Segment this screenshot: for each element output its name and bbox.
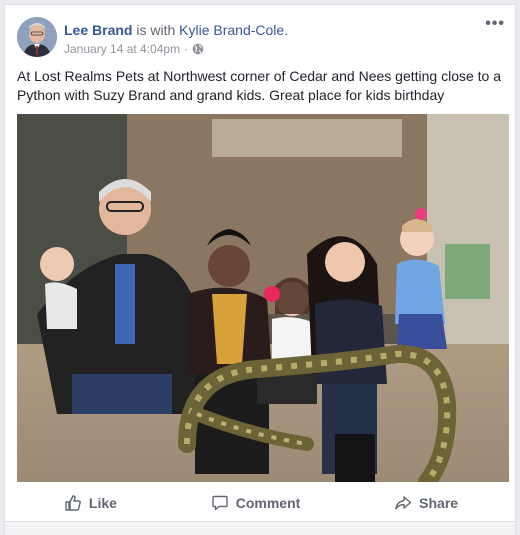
author-name[interactable]: Lee Brand bbox=[64, 22, 132, 38]
comment-icon bbox=[211, 494, 229, 512]
tagged-suffix: . bbox=[284, 22, 289, 38]
post-actions: Like Comment Share bbox=[17, 487, 505, 519]
thumbs-up-icon bbox=[64, 494, 82, 512]
share-label: Share bbox=[419, 495, 459, 511]
comment-label: Comment bbox=[235, 495, 301, 511]
tagged-user[interactable]: Kylie Brand-Cole bbox=[179, 22, 284, 38]
post-photo[interactable] bbox=[17, 114, 509, 482]
post-date[interactable]: January 14 at 4:04pm bbox=[64, 42, 180, 56]
meta-separator: · bbox=[184, 42, 189, 56]
post-text: At Lost Realms Pets at Northwest corner … bbox=[17, 68, 502, 103]
post-card: Lee Brand is with Kylie Brand-Cole. Janu… bbox=[4, 4, 516, 535]
post-header: Lee Brand is with Kylie Brand-Cole. bbox=[64, 22, 288, 38]
share-icon bbox=[394, 494, 412, 512]
share-button[interactable]: Share bbox=[382, 490, 470, 516]
like-button[interactable]: Like bbox=[52, 490, 129, 516]
comment-button[interactable]: Comment bbox=[199, 490, 313, 516]
post-meta: January 14 at 4:04pm · bbox=[64, 42, 204, 56]
globe-icon[interactable] bbox=[192, 43, 204, 55]
avatar[interactable] bbox=[17, 17, 57, 57]
more-options-button[interactable]: ••• bbox=[485, 16, 505, 32]
like-label: Like bbox=[88, 495, 117, 511]
with-text: is with bbox=[132, 22, 180, 38]
ellipsis-icon: ••• bbox=[485, 15, 505, 32]
